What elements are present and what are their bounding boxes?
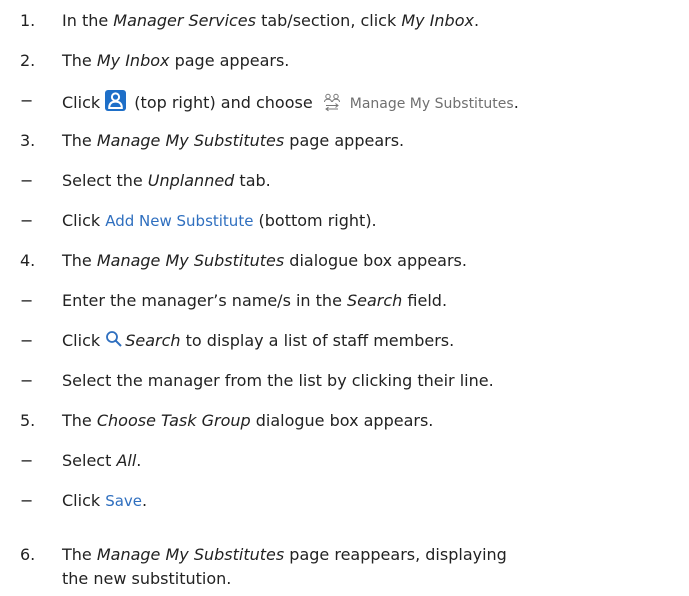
bullet-dash: − — [20, 451, 34, 470]
substitutes-icon — [322, 92, 342, 118]
emphasis: Manage My Substitutes — [96, 131, 285, 150]
step-text: Click Save. — [62, 491, 148, 510]
manage-substitutes-menu-item: Manage My Substitutes — [349, 96, 514, 112]
step-text: Click Add New Substitute (bottom right). — [62, 211, 377, 230]
step-3: 3. The Manage My Substitutes page appear… — [0, 126, 689, 156]
emphasis: Manage My Substitutes — [96, 545, 285, 564]
substep-click-search: − Click Search to display a list of staf… — [0, 326, 689, 356]
step-number: 2. — [20, 51, 36, 70]
add-new-substitute-link: Add New Substitute — [105, 212, 254, 230]
step-text: Enter the manager’s name/s in the Search… — [62, 291, 448, 310]
bullet-dash: − — [20, 211, 34, 230]
substep-user-menu: − Click (top right) and choose Manage My… — [0, 86, 689, 116]
emphasis: My Inbox — [401, 11, 474, 30]
step-6: 6. The Manage My Substitutes page reappe… — [0, 540, 689, 570]
step-2: 2. The My Inbox page appears. — [0, 46, 689, 76]
step-text: The Manage My Substitutes page reappears… — [62, 545, 507, 564]
substep-enter-name: − Enter the manager’s name/s in the Sear… — [0, 286, 689, 316]
save-link: Save — [105, 492, 143, 510]
bullet-dash: − — [20, 331, 34, 350]
bullet-dash: − — [20, 91, 34, 110]
step-4: 4. The Manage My Substitutes dialogue bo… — [0, 246, 689, 276]
substep-unplanned-tab: − Select the Unplanned tab. — [0, 166, 689, 196]
step-text: The Manage My Substitutes page appears. — [62, 131, 405, 150]
step-text: In the Manager Services tab/section, cli… — [62, 11, 480, 30]
emphasis: Choose Task Group — [96, 411, 251, 430]
step-text: Click (top right) and choose Manage My S… — [62, 90, 519, 118]
step-number: 6. — [20, 545, 36, 564]
emphasis: All — [116, 451, 137, 470]
bullet-dash: − — [20, 171, 34, 190]
emphasis: My Inbox — [96, 51, 170, 70]
substep-select-manager: − Select the manager from the list by cl… — [0, 366, 689, 396]
step-number: 4. — [20, 251, 36, 270]
step-number: 1. — [20, 11, 36, 30]
step-text: The My Inbox page appears. — [62, 51, 290, 70]
step-1: 1. In the Manager Services tab/section, … — [0, 6, 689, 36]
step-text: The Choose Task Group dialogue box appea… — [62, 411, 434, 430]
substep-select-all: − Select All. — [0, 446, 689, 476]
step-number: 3. — [20, 131, 36, 150]
search-icon — [105, 330, 123, 354]
step-5: 5. The Choose Task Group dialogue box ap… — [0, 406, 689, 436]
step-text: Select All. — [62, 451, 142, 470]
step-number: 5. — [20, 411, 36, 430]
substep-click-save: − Click Save. — [0, 486, 689, 516]
emphasis: Manager Services — [113, 11, 256, 30]
step-text-continuation: the new substitution. — [62, 569, 232, 588]
substep-add-substitute: − Click Add New Substitute (bottom right… — [0, 206, 689, 236]
emphasis: Search — [125, 331, 181, 350]
emphasis: Search — [347, 291, 403, 310]
step-text: Click Search to display a list of staff … — [62, 330, 454, 354]
step-text: The Manage My Substitutes dialogue box a… — [62, 251, 467, 270]
emphasis: Unplanned — [147, 171, 235, 190]
bullet-dash: − — [20, 491, 34, 510]
bullet-dash: − — [20, 291, 34, 310]
emphasis: Manage My Substitutes — [96, 251, 285, 270]
user-icon — [105, 90, 127, 111]
bullet-dash: − — [20, 371, 34, 390]
step-text: Select the manager from the list by clic… — [62, 371, 494, 390]
step-text: Select the Unplanned tab. — [62, 171, 271, 190]
